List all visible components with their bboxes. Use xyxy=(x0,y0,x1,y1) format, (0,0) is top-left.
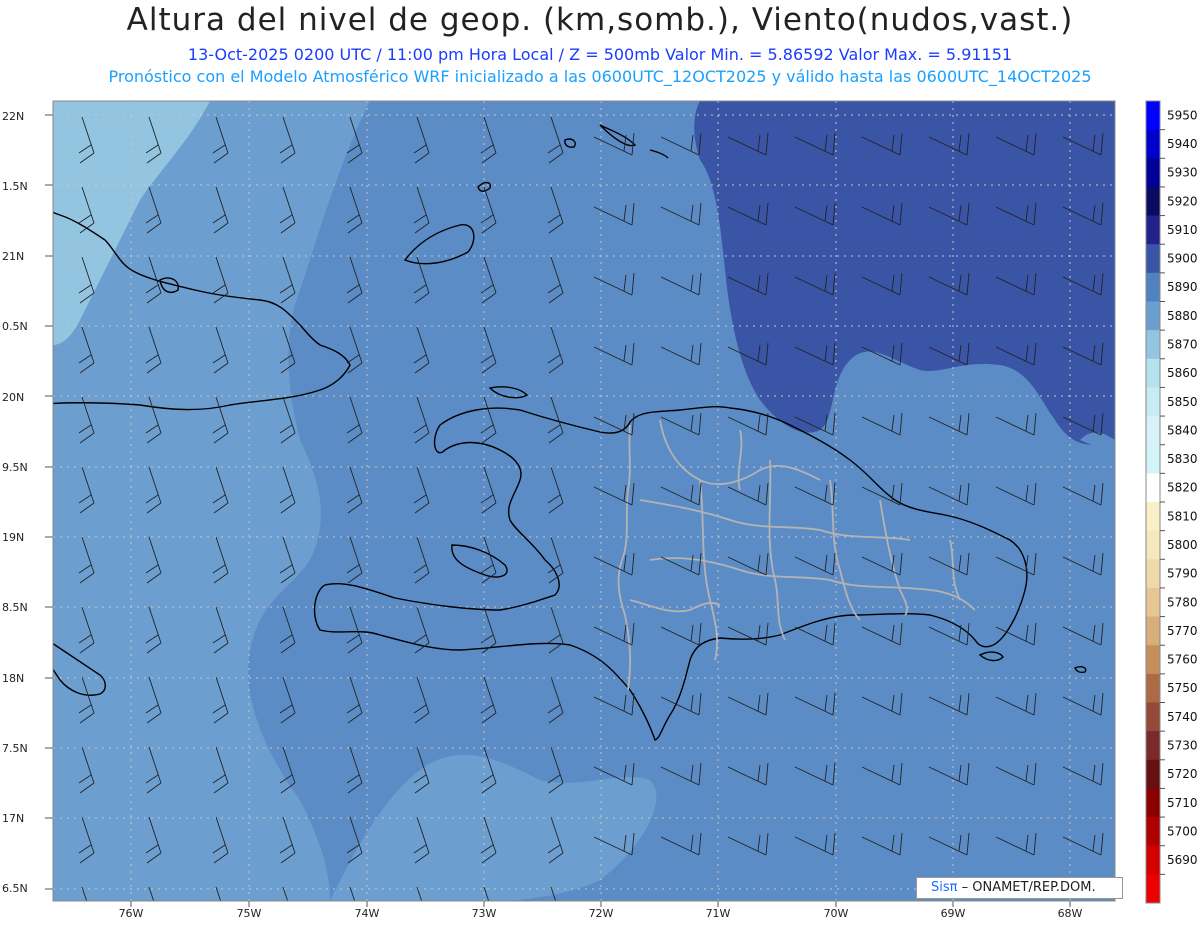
colorbar-label: 5820 xyxy=(1167,481,1198,495)
colorbar-label: 5690 xyxy=(1167,853,1198,867)
colorbar-label: 5800 xyxy=(1167,538,1198,552)
colorbar-segment xyxy=(1146,702,1160,732)
lon-label: 75W xyxy=(237,907,262,920)
colorbar-segment xyxy=(1146,874,1160,904)
lat-label: 19N xyxy=(2,531,24,544)
credit-box: Sisπ – ONAMET/REP.DOM. xyxy=(916,877,1123,899)
colorbar-label: 5810 xyxy=(1167,509,1198,523)
lat-label: 0.5N xyxy=(2,320,28,333)
colorbar-segment xyxy=(1146,416,1160,446)
colorbar-label: 5890 xyxy=(1167,280,1198,294)
lon-label: 76W xyxy=(119,907,144,920)
colorbar-label: 5730 xyxy=(1167,738,1198,752)
colorbar-segment xyxy=(1146,301,1160,331)
colorbar-segment xyxy=(1146,759,1160,789)
colorbar-label: 5830 xyxy=(1167,452,1198,466)
colorbar-segment xyxy=(1146,330,1160,360)
colorbar-label: 5850 xyxy=(1167,395,1198,409)
colorbar-label: 5780 xyxy=(1167,595,1198,609)
lon-label: 73W xyxy=(472,907,497,920)
colorbar-segment xyxy=(1146,645,1160,675)
wind-barb xyxy=(728,903,768,925)
lat-label: 20N xyxy=(2,391,24,404)
lat-label: 18N xyxy=(2,672,24,685)
colorbar-segment xyxy=(1146,244,1160,274)
colorbar: 5950 5940 5930 5920 5910 5900 5890 5880 5870 5860… xyxy=(1145,100,1198,904)
colorbar-segment xyxy=(1146,272,1160,302)
colorbar-segment xyxy=(1146,502,1160,532)
colorbar-segment xyxy=(1146,616,1160,646)
lon-label: 68W xyxy=(1058,907,1083,920)
wind-barb xyxy=(661,903,701,925)
credit-text: – ONAMET/REP.DOM. xyxy=(961,880,1096,895)
colorbar-segment xyxy=(1146,101,1160,131)
latitude-labels: 22N 1.5N 21N 0.5N 20N 9.5N 19N 8.5N 18N … xyxy=(2,110,28,895)
lon-label: 69W xyxy=(941,907,966,920)
lat-label: 9.5N xyxy=(2,461,28,474)
colorbar-segment xyxy=(1146,387,1160,417)
colorbar-segment xyxy=(1146,530,1160,560)
lon-label: 74W xyxy=(355,907,380,920)
colorbar-label: 5860 xyxy=(1167,366,1198,380)
colorbar-segment xyxy=(1146,215,1160,245)
lon-label: 71W xyxy=(706,907,731,920)
colorbar-label: 5880 xyxy=(1167,309,1198,323)
colorbar-segment xyxy=(1146,673,1160,703)
colorbar-label: 5770 xyxy=(1167,624,1198,638)
lat-label: 17N xyxy=(2,812,24,825)
geopotential-shading xyxy=(53,101,1115,901)
lat-label: 1.5N xyxy=(2,180,28,193)
colorbar-segment xyxy=(1146,444,1160,474)
colorbar-segment xyxy=(1146,788,1160,818)
colorbar-label: 5930 xyxy=(1167,166,1198,180)
colorbar-segment xyxy=(1146,158,1160,188)
colorbar-label: 5840 xyxy=(1167,423,1198,437)
colorbar-label: 5710 xyxy=(1167,796,1198,810)
colorbar-label: 5720 xyxy=(1167,767,1198,781)
lat-label: 8.5N xyxy=(2,601,28,614)
colorbar-label: 5950 xyxy=(1167,108,1198,122)
lat-label: 6.5N xyxy=(2,882,28,895)
colorbar-label: 5900 xyxy=(1167,252,1198,266)
colorbar-segment xyxy=(1146,845,1160,875)
colorbar-segment xyxy=(1146,473,1160,503)
colorbar-label: 5870 xyxy=(1167,337,1198,351)
longitude-labels: 76W 75W 74W 73W 72W 71W 70W 69W 68W xyxy=(119,907,1083,920)
colorbar-label: 5910 xyxy=(1167,223,1198,237)
sispi-logo-text: Sis xyxy=(931,880,950,895)
colorbar-label: 5940 xyxy=(1167,137,1198,151)
colorbar-segment xyxy=(1146,587,1160,618)
wind-barb xyxy=(862,903,902,925)
lat-label: 7.5N xyxy=(2,742,28,755)
lat-label: 22N xyxy=(2,110,24,123)
lat-label: 21N xyxy=(2,250,24,263)
lon-label: 70W xyxy=(824,907,849,920)
colorbar-segment xyxy=(1146,731,1160,761)
colorbar-segment xyxy=(1146,559,1160,589)
colorbar-segment xyxy=(1146,358,1160,388)
colorbar-label: 5920 xyxy=(1167,194,1198,208)
colorbar-segment xyxy=(1146,817,1160,847)
colorbar-segment xyxy=(1146,186,1160,217)
colorbar-label: 5790 xyxy=(1167,567,1198,581)
colorbar-label: 5750 xyxy=(1167,681,1198,695)
colorbar-label: 5700 xyxy=(1167,824,1198,838)
colorbar-label: 5760 xyxy=(1167,653,1198,667)
colorbar-segment xyxy=(1146,129,1160,159)
wind-barb xyxy=(996,903,1036,925)
pi-icon: π xyxy=(949,880,958,895)
lon-label: 72W xyxy=(589,907,614,920)
map-figure: 22N 1.5N 21N 0.5N 20N 9.5N 19N 8.5N 18N … xyxy=(2,100,1198,925)
colorbar-label: 5740 xyxy=(1167,710,1198,724)
